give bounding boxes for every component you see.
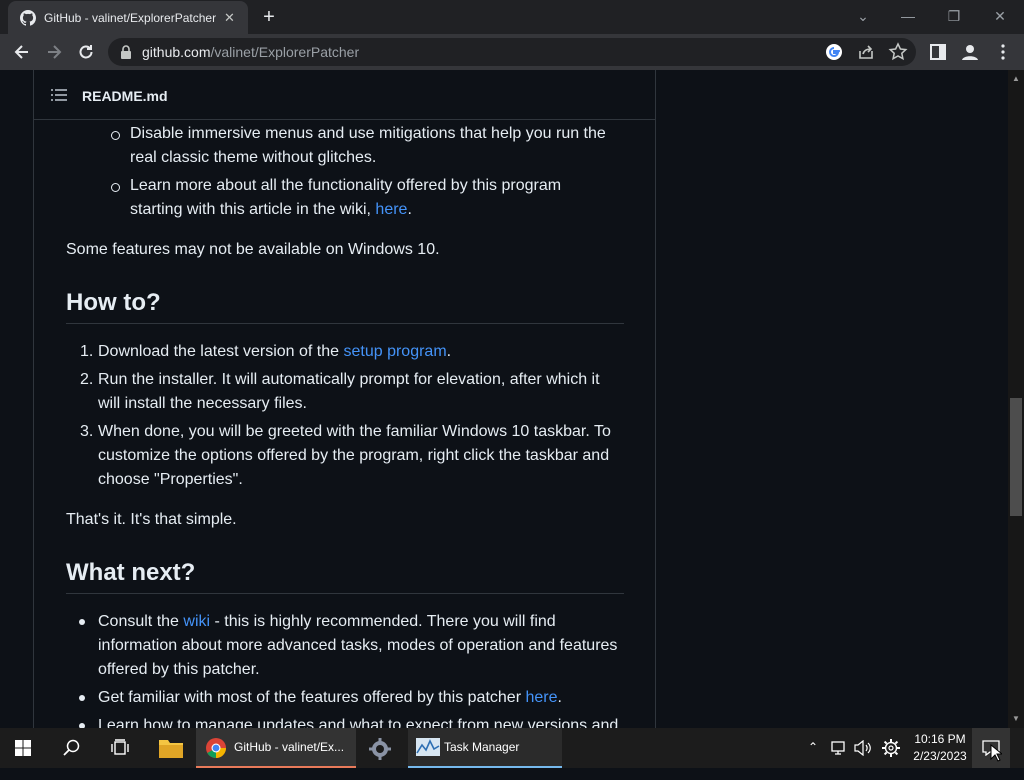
list-item: Disable immersive menus and use mitigati… bbox=[130, 125, 606, 142]
scroll-down-icon[interactable]: ▼ bbox=[1012, 714, 1020, 723]
profile-icon[interactable] bbox=[960, 42, 980, 62]
mouse-cursor-icon bbox=[990, 744, 1002, 762]
forward-arrow-icon[interactable] bbox=[44, 42, 64, 62]
list-item: will install the necessary files. bbox=[98, 395, 307, 412]
task-manager-icon bbox=[416, 738, 440, 756]
wiki-here-link[interactable]: here bbox=[375, 201, 407, 218]
search-icon[interactable] bbox=[63, 739, 81, 757]
divider bbox=[66, 323, 624, 324]
lock-icon[interactable] bbox=[120, 45, 132, 59]
list-item: real classic theme without glitches. bbox=[130, 149, 377, 166]
browser-toolbar: github.com/valinet/ExplorerPatcher bbox=[0, 34, 1024, 70]
url-text[interactable]: github.com/valinet/ExplorerPatcher bbox=[142, 44, 359, 60]
list-item: Consult the wiki - this is highly recomm… bbox=[98, 613, 556, 630]
more-options-icon[interactable] bbox=[993, 42, 1013, 62]
readme-title: README.md bbox=[82, 88, 168, 104]
task-manager-label: Task Manager bbox=[444, 740, 520, 754]
simple-text: That's it. It's that simple. bbox=[66, 511, 237, 528]
list-item: Learn more about all the functionality o… bbox=[130, 177, 562, 194]
side-panel-icon[interactable] bbox=[928, 42, 948, 62]
back-arrow-icon[interactable] bbox=[12, 42, 32, 62]
bullet-circle bbox=[111, 183, 120, 192]
list-item: customize the options offered by the pro… bbox=[98, 447, 610, 464]
file-explorer-icon[interactable] bbox=[158, 737, 184, 759]
features-here-link[interactable]: here bbox=[525, 689, 557, 706]
github-icon bbox=[20, 9, 36, 26]
restore-button[interactable]: ❐ bbox=[940, 5, 968, 27]
scroll-up-icon[interactable]: ▲ bbox=[1012, 74, 1020, 83]
page-scrollbar[interactable]: ▲ ▼ bbox=[1008, 70, 1024, 728]
reload-icon[interactable] bbox=[76, 42, 96, 62]
google-lens-icon[interactable] bbox=[824, 42, 844, 62]
share-icon[interactable] bbox=[856, 42, 876, 62]
windows-taskbar: GitHub - valinet/Ex... Task Manager ⌃ 10… bbox=[0, 728, 1024, 768]
settings-gear-icon[interactable] bbox=[369, 738, 391, 760]
readme-panel: README.md Disable immersive menus and us… bbox=[33, 70, 656, 728]
list-item: starting with this article in the wiki, … bbox=[130, 201, 412, 218]
list-item: information about more advanced tasks, m… bbox=[98, 637, 618, 654]
task-manager-taskbar-button[interactable]: Task Manager bbox=[408, 728, 562, 768]
bullet-circle bbox=[111, 131, 120, 140]
chrome-icon bbox=[206, 738, 226, 758]
list-item: Download the latest version of the setup… bbox=[98, 343, 452, 360]
tab-title: GitHub - valinet/ExplorerPatcher bbox=[44, 10, 216, 25]
bullet-dot bbox=[79, 619, 85, 625]
browser-tab[interactable]: GitHub - valinet/ExplorerPatcher ✕ bbox=[8, 1, 248, 34]
task-view-icon[interactable] bbox=[110, 739, 130, 757]
address-bar[interactable]: github.com/valinet/ExplorerPatcher bbox=[108, 38, 916, 66]
howto-heading: How to? bbox=[66, 289, 161, 316]
windows-start-icon[interactable] bbox=[15, 740, 31, 756]
list-item: Get familiar with most of the features o… bbox=[98, 689, 562, 706]
step-number: 2. bbox=[80, 371, 94, 388]
new-tab-button[interactable]: + bbox=[258, 7, 280, 27]
clock-time[interactable]: 10:16 PM bbox=[910, 732, 970, 746]
wiki-link[interactable]: wiki bbox=[183, 613, 210, 630]
tab-close-button[interactable]: ✕ bbox=[224, 10, 235, 26]
list-item: offered by this patcher. bbox=[98, 661, 260, 678]
step-number: 3. bbox=[80, 423, 94, 440]
close-window-button[interactable]: ✕ bbox=[986, 5, 1014, 27]
scrollbar-thumb[interactable] bbox=[1010, 398, 1022, 516]
next-heading: What next? bbox=[66, 559, 196, 586]
readme-header: README.md bbox=[34, 70, 655, 120]
list-item: choose "Properties". bbox=[98, 471, 243, 488]
note-text: Some features may not be available on Wi… bbox=[66, 241, 440, 258]
list-item: Run the installer. It will automatically… bbox=[98, 371, 600, 388]
network-icon[interactable] bbox=[830, 740, 848, 756]
browser-titlebar: GitHub - valinet/ExplorerPatcher ✕ + ⌄ —… bbox=[0, 0, 1024, 34]
tab-search-button[interactable]: ⌄ bbox=[849, 5, 877, 27]
clock-date[interactable]: 2/23/2023 bbox=[910, 749, 970, 763]
volume-icon[interactable] bbox=[854, 740, 872, 756]
bullet-dot bbox=[79, 695, 85, 701]
step-number: 1. bbox=[80, 343, 94, 360]
setup-program-link[interactable]: setup program bbox=[343, 343, 446, 360]
minimize-button[interactable]: — bbox=[894, 5, 922, 27]
list-item: Learn how to manage updates and what to … bbox=[98, 717, 619, 728]
list-item: When done, you will be greeted with the … bbox=[98, 423, 611, 440]
page-content: README.md Disable immersive menus and us… bbox=[0, 70, 1008, 728]
bookmark-star-icon[interactable] bbox=[888, 42, 908, 62]
chrome-taskbar-label: GitHub - valinet/Ex... bbox=[234, 740, 345, 754]
divider bbox=[66, 593, 624, 594]
chrome-taskbar-button[interactable]: GitHub - valinet/Ex... bbox=[196, 728, 356, 768]
list-outline-icon[interactable] bbox=[51, 88, 67, 102]
show-hidden-icons-chevron-icon[interactable]: ⌃ bbox=[808, 740, 818, 780]
settings-tray-icon[interactable] bbox=[882, 739, 900, 757]
